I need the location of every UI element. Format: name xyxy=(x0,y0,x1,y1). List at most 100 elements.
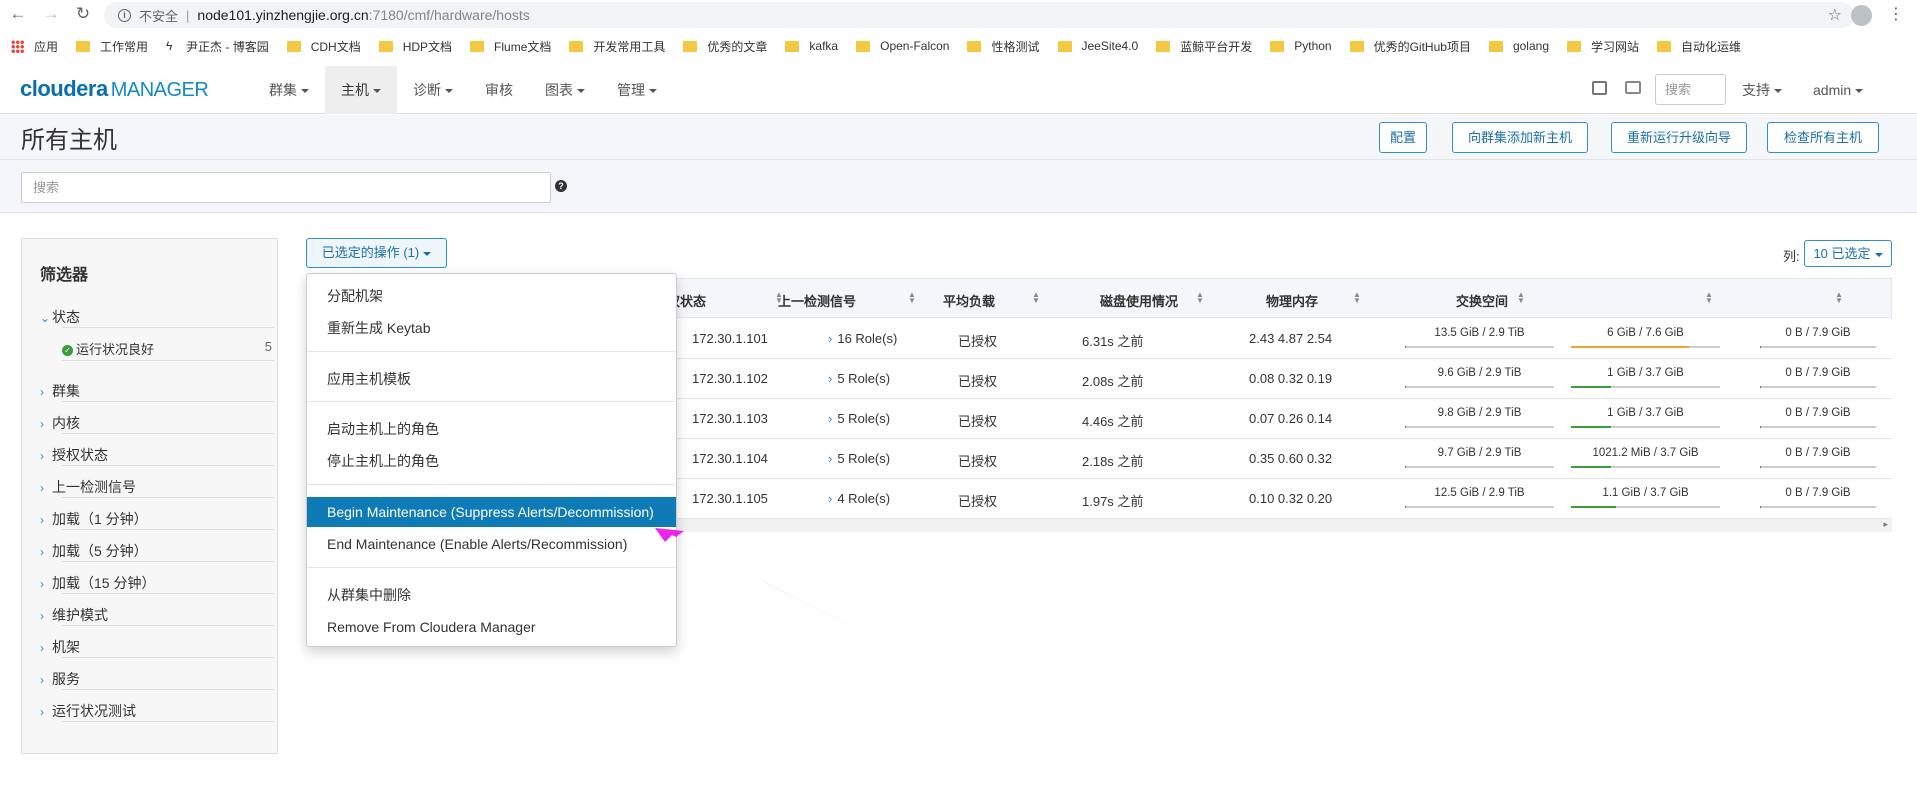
forward-icon[interactable]: → xyxy=(38,4,64,24)
filter-panel: 筛选器 ⌄ 状态 ✓ 运行状况良好 5 › 群集 › 内核 › 授权状态 › 上一检测信号 › 加载（… xyxy=(21,238,278,754)
bookmark-item[interactable]: golang xyxy=(1488,39,1549,53)
bookmark-item[interactable]: 性格测试 xyxy=(967,38,1040,55)
column-header[interactable]: 磁盘使用情况 xyxy=(1100,291,1178,310)
upgrade-wizard-button[interactable]: 重新运行升级向导 xyxy=(1611,122,1747,153)
scroll-right-icon[interactable]: ▸ xyxy=(1883,519,1888,530)
filter-group[interactable]: › 内核 xyxy=(40,413,260,433)
user-menu[interactable]: admin xyxy=(1813,66,1864,114)
monitor-icon[interactable] xyxy=(1625,81,1641,94)
column-header[interactable]: 平均负载 xyxy=(943,291,995,310)
sort-icon[interactable]: ▲ ▼ xyxy=(1196,291,1204,305)
bookmark-item[interactable]: 优秀的GitHub项目 xyxy=(1349,38,1471,55)
nav-menu-item[interactable]: 主机 xyxy=(325,66,397,114)
bookmark-item[interactable]: 应用 xyxy=(11,38,58,55)
filter-healthy[interactable]: ✓ 运行状况良好 5 xyxy=(62,339,274,361)
dropdown-item[interactable]: 从群集中删除 xyxy=(307,580,676,610)
filter-group[interactable]: › 运行状况测试 xyxy=(40,701,260,721)
roles-cell[interactable]: › 5 Role(s) xyxy=(828,371,890,386)
nav-menu-item[interactable]: 管理 xyxy=(601,66,673,114)
roles-cell[interactable]: › 5 Role(s) xyxy=(828,451,890,466)
roles-cell[interactable]: › 16 Role(s) xyxy=(828,331,897,346)
nav-menu-item[interactable]: 群集 xyxy=(253,66,325,114)
reload-icon[interactable]: ↻ xyxy=(70,4,96,24)
filter-group[interactable]: › 群集 xyxy=(40,381,260,401)
chevron-right-icon: › xyxy=(40,641,44,655)
logo-sub-text: MANAGER xyxy=(110,79,209,101)
filter-group[interactable]: › 加载（1 分钟） xyxy=(40,509,260,529)
config-button[interactable]: 配置 xyxy=(1379,122,1427,153)
column-header[interactable]: 交换空间 xyxy=(1456,291,1508,310)
profile-avatar[interactable] xyxy=(1851,5,1872,26)
filter-status[interactable]: ⌄ 状态 xyxy=(40,307,260,327)
dropdown-item[interactable]: Remove From Cloudera Manager xyxy=(307,612,676,642)
bookmark-item[interactable]: kafka xyxy=(785,39,838,53)
bookmark-item[interactable]: JeeSite4.0 xyxy=(1057,39,1138,53)
host-search-input[interactable]: 搜索 xyxy=(21,172,551,203)
column-header[interactable]: 物理内存 xyxy=(1266,291,1318,310)
browser-menu-icon[interactable]: ⋮ xyxy=(1888,4,1904,24)
bookmark-label: Open-Falcon xyxy=(880,39,950,53)
heartbeat-cell: 6.31s 之前 xyxy=(1082,334,1144,349)
filter-group[interactable]: › 加载（15 分钟） xyxy=(40,573,260,593)
bookmark-item[interactable]: ϟ 尹正杰 - 博客园 xyxy=(166,38,269,55)
bookmark-item[interactable]: 学习网站 xyxy=(1567,38,1639,55)
dropdown-item[interactable]: 启动主机上的角色 xyxy=(307,414,676,444)
bookmark-item[interactable]: Flume文档 xyxy=(470,38,551,55)
dropdown-item[interactable]: End Maintenance (Enable Alerts/Recommiss… xyxy=(307,529,676,559)
nav-menu-item[interactable]: 图表 xyxy=(529,66,601,114)
sort-icon[interactable]: ▲ ▼ xyxy=(1517,291,1525,305)
bookmark-item[interactable]: 自动化运维 xyxy=(1657,38,1741,55)
sort-icon[interactable]: ▲ ▼ xyxy=(1353,291,1361,305)
bookmark-item[interactable]: CDH文档 xyxy=(286,38,361,55)
bookmark-item[interactable]: HDP文档 xyxy=(378,38,452,55)
sort-icon[interactable]: ▲ ▼ xyxy=(908,291,916,305)
filter-group[interactable]: › 上一检测信号 xyxy=(40,477,260,497)
bookmark-item[interactable]: 蓝鲸平台开发 xyxy=(1156,38,1252,55)
disk-usage-bar: 12.5 GiB / 2.9 TiB xyxy=(1405,487,1554,511)
dropdown-item[interactable]: 停止主机上的角色 xyxy=(307,446,676,476)
bookmark-item[interactable]: Open-Falcon xyxy=(856,39,949,53)
nav-menu-item[interactable]: 诊断 xyxy=(397,66,469,114)
inspect-hosts-button[interactable]: 检查所有主机 xyxy=(1767,122,1879,153)
sort-icon[interactable]: ▲ ▼ xyxy=(1835,291,1843,305)
dropdown-item[interactable]: 重新生成 Keytab xyxy=(307,313,676,343)
nav-search-input[interactable]: 搜索 xyxy=(1655,74,1726,105)
info-icon[interactable]: i xyxy=(118,8,131,22)
gift-icon[interactable] xyxy=(1592,81,1607,95)
filter-group[interactable]: › 机架 xyxy=(40,637,260,657)
bookmark-star-icon[interactable]: ☆ xyxy=(1828,5,1842,25)
sort-icon[interactable]: ▲ ▼ xyxy=(1032,291,1040,305)
roles-cell[interactable]: › 5 Role(s) xyxy=(828,411,890,426)
filter-group[interactable]: › 维护模式 xyxy=(40,605,260,625)
bookmark-item[interactable]: Python xyxy=(1270,39,1332,53)
bookmark-item[interactable]: 工作常用 xyxy=(76,38,148,55)
bookmark-label: 尹正杰 - 博客园 xyxy=(186,39,269,54)
cloudera-logo[interactable]: cloudera MANAGER xyxy=(20,76,209,102)
filter-group-label: 维护模式 xyxy=(52,607,108,623)
selected-actions-button[interactable]: 已选定的操作 (1) xyxy=(306,238,447,268)
roles-cell[interactable]: › 4 Role(s) xyxy=(828,491,890,506)
bookmark-item[interactable]: 优秀的文章 xyxy=(683,38,767,55)
dropdown-item[interactable]: 应用主机模板 xyxy=(307,364,676,394)
dropdown-item[interactable]: 分配机架 xyxy=(307,281,676,311)
bookmark-item[interactable]: 开发常用工具 xyxy=(569,38,665,55)
support-menu[interactable]: 支持 xyxy=(1742,66,1782,114)
filter-group[interactable]: › 加载（5 分钟） xyxy=(40,541,260,561)
back-icon[interactable]: ← xyxy=(5,4,31,24)
filter-group[interactable]: › 授权状态 xyxy=(40,445,260,465)
roles-label: 4 Role(s) xyxy=(837,491,891,506)
help-icon[interactable]: ? xyxy=(555,180,567,192)
dropdown-item[interactable]: Begin Maintenance (Suppress Alerts/Decom… xyxy=(307,497,676,527)
address-bar[interactable]: i 不安全 | node101.yinzhengjie.org.cn :7180… xyxy=(104,2,1854,28)
sort-icon[interactable]: ▲ ▼ xyxy=(1705,291,1713,305)
load-cell: 0.35 0.60 0.32 xyxy=(1249,451,1333,466)
filter-group[interactable]: › 服务 xyxy=(40,669,260,689)
add-hosts-button[interactable]: 向群集添加新主机 xyxy=(1452,122,1588,153)
swap-usage-bar-track xyxy=(1760,386,1876,388)
folder-icon xyxy=(378,40,393,52)
columns-button[interactable]: 10 已选定 xyxy=(1804,240,1892,267)
nav-menu-item[interactable]: 审核 xyxy=(469,66,529,114)
column-header[interactable]: 上一检测信号 xyxy=(778,291,856,310)
disk-usage-bar-fill xyxy=(1405,346,1406,348)
memory-usage-bar-track xyxy=(1571,506,1720,508)
